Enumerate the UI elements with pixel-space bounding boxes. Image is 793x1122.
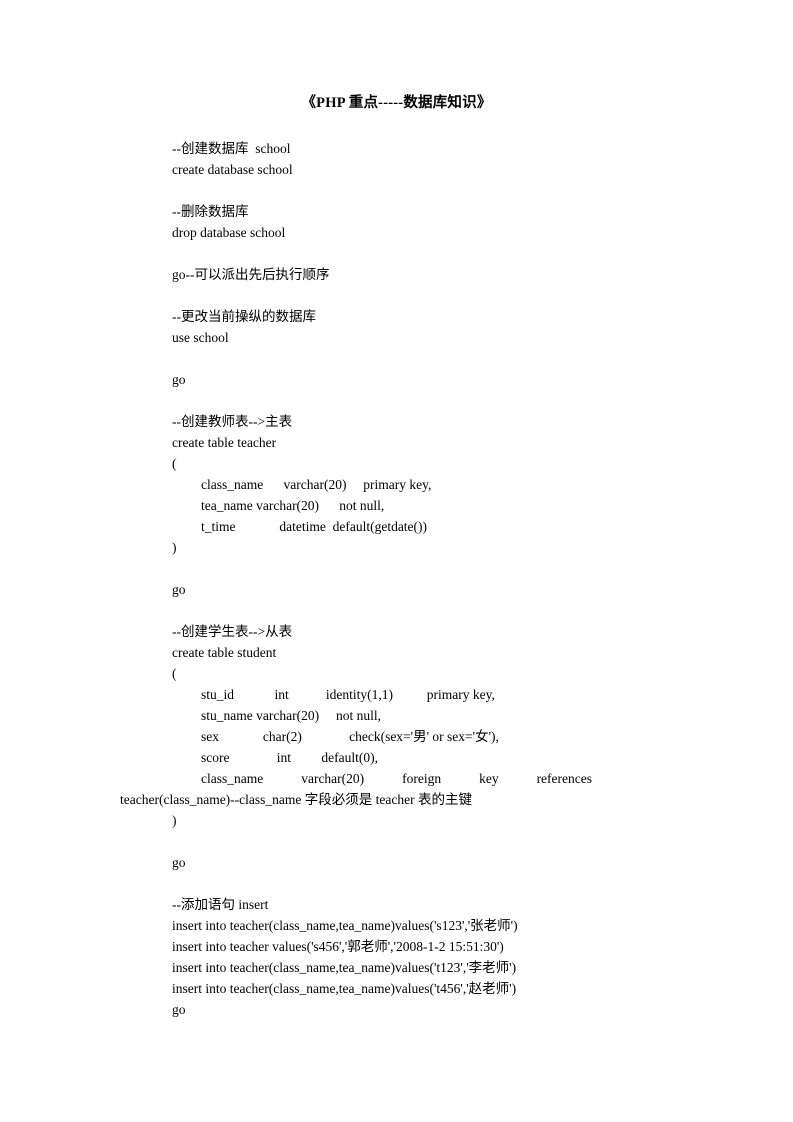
code-line: use school (172, 330, 229, 345)
foreign-key-line-first-row: class_name varchar(20) foreign key refer… (120, 768, 592, 789)
code-line: insert into teacher(class_name,tea_name)… (172, 960, 517, 975)
code-block-upper: --创建数据库 school create database school --删除… (120, 138, 680, 768)
fk-seg-column: class_name (201, 771, 264, 786)
code-line: --创建教师表-->主表 (172, 414, 293, 429)
code-block-lower: ) go --添加语句 insert insert into teacher(clas… (120, 810, 680, 1020)
code-line: --创建数据库 school (172, 141, 291, 156)
fk-seg-key: key (479, 771, 499, 786)
code-line: sex char(2) check(sex='男' or sex='女'), (201, 729, 499, 744)
code-line: tea_name varchar(20) not null, (201, 498, 385, 513)
code-line: insert into teacher values('s456','郭老师',… (172, 939, 504, 954)
code-line: --添加语句 insert (172, 897, 269, 912)
code-line: ) (172, 813, 177, 828)
code-line: create table student (172, 645, 277, 660)
code-line: drop database school (172, 225, 286, 240)
fk-seg-foreign: foreign (402, 771, 442, 786)
code-line: class_name varchar(20) primary key, (201, 477, 432, 492)
code-line: insert into teacher(class_name,tea_name)… (172, 981, 517, 996)
code-line: stu_name varchar(20) not null, (201, 708, 381, 723)
page-title: 《PHP 重点-----数据库知识》 (301, 95, 492, 111)
code-line: go (172, 1002, 186, 1017)
foreign-key-line: class_name varchar(20) foreign key refer… (120, 768, 673, 810)
code-line: go (172, 855, 186, 870)
code-line: --创建学生表-->从表 (172, 624, 293, 639)
fk-gap-2 (364, 768, 402, 789)
fk-seg-type: varchar(20) (301, 771, 365, 786)
code-line: ) (172, 540, 177, 555)
code-line: go--可以派出先后执行顺序 (172, 267, 330, 282)
fk-gap-1 (263, 768, 301, 789)
code-line: --更改当前操纵的数据库 (172, 309, 316, 324)
code-line: score int default(0), (201, 750, 378, 765)
code-line: ( (172, 456, 177, 471)
code-line: insert into teacher(class_name,tea_name)… (172, 918, 518, 933)
code-line: ( (172, 666, 177, 681)
fk-gap-3 (441, 768, 479, 789)
code-line: stu_id int identity(1,1) primary key, (201, 687, 495, 702)
code-line: go (172, 582, 186, 597)
document-body: --创建数据库 school create database school --删除… (120, 138, 680, 1020)
code-line: --删除数据库 (172, 204, 249, 219)
document-page: 《PHP 重点-----数据库知识》 --创建数据库 school create … (0, 0, 793, 1122)
code-line: t_time datetime default(getdate()) (201, 519, 428, 534)
fk-gap-4 (499, 768, 537, 789)
fk-seg-references: references (536, 771, 593, 786)
foreign-key-line-continuation: teacher(class_name)--class_name 字段必须是 te… (120, 792, 472, 807)
code-line: go (172, 372, 186, 387)
code-line: create table teacher (172, 435, 277, 450)
code-line: create database school (172, 162, 293, 177)
